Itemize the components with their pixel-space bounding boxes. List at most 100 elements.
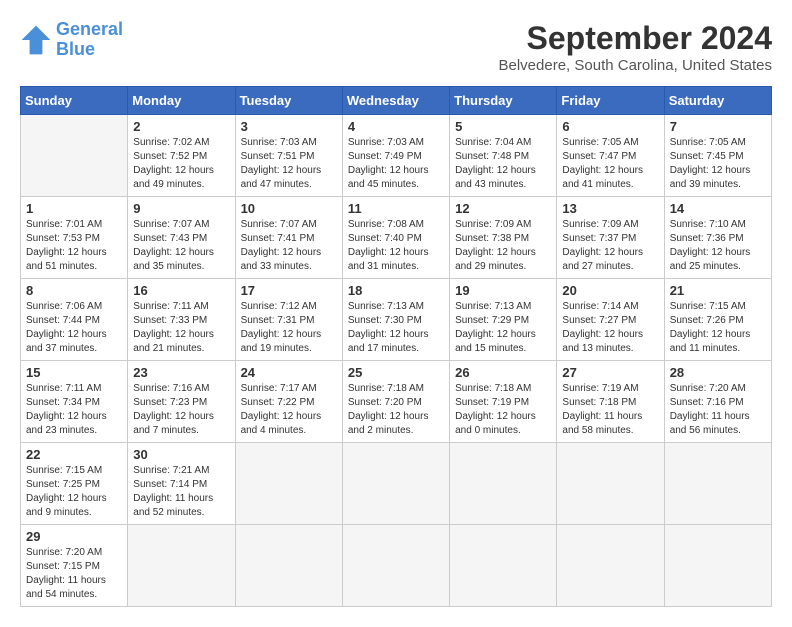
- calendar-subtitle: Belvedere, South Carolina, United States: [499, 57, 773, 74]
- day-number: 10: [241, 201, 337, 216]
- day-detail: Sunrise: 7:18 AM Sunset: 7:19 PM Dayligh…: [455, 382, 551, 438]
- day-detail: Sunrise: 7:11 AM Sunset: 7:34 PM Dayligh…: [26, 382, 122, 438]
- day-number: 5: [455, 119, 551, 134]
- list-item: 20 Sunrise: 7:14 AM Sunset: 7:27 PM Dayl…: [557, 279, 664, 361]
- day-number: 2: [133, 119, 229, 134]
- day-detail: Sunrise: 7:09 AM Sunset: 7:38 PM Dayligh…: [455, 218, 551, 274]
- list-item: 14 Sunrise: 7:10 AM Sunset: 7:36 PM Dayl…: [664, 197, 771, 279]
- list-item: 19 Sunrise: 7:13 AM Sunset: 7:29 PM Dayl…: [450, 279, 557, 361]
- list-item: 10 Sunrise: 7:07 AM Sunset: 7:41 PM Dayl…: [235, 197, 342, 279]
- day-detail: Sunrise: 7:20 AM Sunset: 7:16 PM Dayligh…: [670, 382, 766, 438]
- day-detail: Sunrise: 7:04 AM Sunset: 7:48 PM Dayligh…: [455, 136, 551, 192]
- list-item: 15 Sunrise: 7:11 AM Sunset: 7:34 PM Dayl…: [21, 361, 128, 443]
- day-number: 22: [26, 447, 122, 462]
- day-detail: Sunrise: 7:06 AM Sunset: 7:44 PM Dayligh…: [26, 300, 122, 356]
- day-detail: Sunrise: 7:14 AM Sunset: 7:27 PM Dayligh…: [562, 300, 658, 356]
- day-number: 15: [26, 365, 122, 380]
- list-item: [21, 115, 128, 197]
- day-number: 24: [241, 365, 337, 380]
- day-detail: Sunrise: 7:01 AM Sunset: 7:53 PM Dayligh…: [26, 218, 122, 274]
- day-detail: Sunrise: 7:11 AM Sunset: 7:33 PM Dayligh…: [133, 300, 229, 356]
- header: General Blue September 2024 Belvedere, S…: [20, 20, 772, 74]
- list-item: 12 Sunrise: 7:09 AM Sunset: 7:38 PM Dayl…: [450, 197, 557, 279]
- list-item: 9 Sunrise: 7:07 AM Sunset: 7:43 PM Dayli…: [128, 197, 235, 279]
- day-number: 7: [670, 119, 766, 134]
- day-detail: Sunrise: 7:03 AM Sunset: 7:49 PM Dayligh…: [348, 136, 444, 192]
- calendar-title: September 2024: [499, 20, 773, 57]
- day-number: 27: [562, 365, 658, 380]
- day-number: 13: [562, 201, 658, 216]
- table-row: 2 Sunrise: 7:02 AM Sunset: 7:52 PM Dayli…: [21, 115, 772, 197]
- list-item: 2 Sunrise: 7:02 AM Sunset: 7:52 PM Dayli…: [128, 115, 235, 197]
- table-row: 15 Sunrise: 7:11 AM Sunset: 7:34 PM Dayl…: [21, 361, 772, 443]
- day-number: 1: [26, 201, 122, 216]
- list-item: 21 Sunrise: 7:15 AM Sunset: 7:26 PM Dayl…: [664, 279, 771, 361]
- list-item: [342, 525, 449, 607]
- day-number: 25: [348, 365, 444, 380]
- logo: General Blue: [20, 20, 123, 60]
- list-item: 5 Sunrise: 7:04 AM Sunset: 7:48 PM Dayli…: [450, 115, 557, 197]
- day-number: 6: [562, 119, 658, 134]
- list-item: 3 Sunrise: 7:03 AM Sunset: 7:51 PM Dayli…: [235, 115, 342, 197]
- day-number: 19: [455, 283, 551, 298]
- day-detail: Sunrise: 7:15 AM Sunset: 7:26 PM Dayligh…: [670, 300, 766, 356]
- day-number: 16: [133, 283, 229, 298]
- col-wednesday: Wednesday: [342, 87, 449, 115]
- table-row: 8 Sunrise: 7:06 AM Sunset: 7:44 PM Dayli…: [21, 279, 772, 361]
- day-number: 8: [26, 283, 122, 298]
- list-item: 11 Sunrise: 7:08 AM Sunset: 7:40 PM Dayl…: [342, 197, 449, 279]
- day-detail: Sunrise: 7:05 AM Sunset: 7:45 PM Dayligh…: [670, 136, 766, 192]
- col-saturday: Saturday: [664, 87, 771, 115]
- list-item: 24 Sunrise: 7:17 AM Sunset: 7:22 PM Dayl…: [235, 361, 342, 443]
- day-detail: Sunrise: 7:13 AM Sunset: 7:30 PM Dayligh…: [348, 300, 444, 356]
- list-item: 23 Sunrise: 7:16 AM Sunset: 7:23 PM Dayl…: [128, 361, 235, 443]
- list-item: 13 Sunrise: 7:09 AM Sunset: 7:37 PM Dayl…: [557, 197, 664, 279]
- day-number: 20: [562, 283, 658, 298]
- day-detail: Sunrise: 7:20 AM Sunset: 7:15 PM Dayligh…: [26, 546, 122, 602]
- day-number: 4: [348, 119, 444, 134]
- list-item: 25 Sunrise: 7:18 AM Sunset: 7:20 PM Dayl…: [342, 361, 449, 443]
- day-detail: Sunrise: 7:09 AM Sunset: 7:37 PM Dayligh…: [562, 218, 658, 274]
- list-item: [128, 525, 235, 607]
- day-number: 3: [241, 119, 337, 134]
- logo-icon: [20, 24, 52, 56]
- list-item: [342, 443, 449, 525]
- day-detail: Sunrise: 7:07 AM Sunset: 7:41 PM Dayligh…: [241, 218, 337, 274]
- day-detail: Sunrise: 7:15 AM Sunset: 7:25 PM Dayligh…: [26, 464, 122, 520]
- list-item: 22 Sunrise: 7:15 AM Sunset: 7:25 PM Dayl…: [21, 443, 128, 525]
- list-item: [557, 525, 664, 607]
- day-detail: Sunrise: 7:16 AM Sunset: 7:23 PM Dayligh…: [133, 382, 229, 438]
- title-area: September 2024 Belvedere, South Carolina…: [499, 20, 773, 74]
- day-number: 17: [241, 283, 337, 298]
- day-number: 29: [26, 529, 122, 544]
- list-item: 7 Sunrise: 7:05 AM Sunset: 7:45 PM Dayli…: [664, 115, 771, 197]
- list-item: [450, 443, 557, 525]
- list-item: 27 Sunrise: 7:19 AM Sunset: 7:18 PM Dayl…: [557, 361, 664, 443]
- day-detail: Sunrise: 7:18 AM Sunset: 7:20 PM Dayligh…: [348, 382, 444, 438]
- list-item: [450, 525, 557, 607]
- header-row: Sunday Monday Tuesday Wednesday Thursday…: [21, 87, 772, 115]
- col-thursday: Thursday: [450, 87, 557, 115]
- day-detail: Sunrise: 7:21 AM Sunset: 7:14 PM Dayligh…: [133, 464, 229, 520]
- list-item: 6 Sunrise: 7:05 AM Sunset: 7:47 PM Dayli…: [557, 115, 664, 197]
- list-item: [664, 525, 771, 607]
- list-item: 1 Sunrise: 7:01 AM Sunset: 7:53 PM Dayli…: [21, 197, 128, 279]
- list-item: [664, 443, 771, 525]
- list-item: 26 Sunrise: 7:18 AM Sunset: 7:19 PM Dayl…: [450, 361, 557, 443]
- day-number: 21: [670, 283, 766, 298]
- table-row: 1 Sunrise: 7:01 AM Sunset: 7:53 PM Dayli…: [21, 197, 772, 279]
- list-item: 29 Sunrise: 7:20 AM Sunset: 7:15 PM Dayl…: [21, 525, 128, 607]
- list-item: [235, 525, 342, 607]
- list-item: 18 Sunrise: 7:13 AM Sunset: 7:30 PM Dayl…: [342, 279, 449, 361]
- list-item: 4 Sunrise: 7:03 AM Sunset: 7:49 PM Dayli…: [342, 115, 449, 197]
- logo-text: General Blue: [56, 20, 123, 60]
- list-item: 17 Sunrise: 7:12 AM Sunset: 7:31 PM Dayl…: [235, 279, 342, 361]
- day-number: 18: [348, 283, 444, 298]
- day-number: 23: [133, 365, 229, 380]
- day-detail: Sunrise: 7:10 AM Sunset: 7:36 PM Dayligh…: [670, 218, 766, 274]
- list-item: 8 Sunrise: 7:06 AM Sunset: 7:44 PM Dayli…: [21, 279, 128, 361]
- table-row: 22 Sunrise: 7:15 AM Sunset: 7:25 PM Dayl…: [21, 443, 772, 525]
- col-sunday: Sunday: [21, 87, 128, 115]
- day-detail: Sunrise: 7:03 AM Sunset: 7:51 PM Dayligh…: [241, 136, 337, 192]
- list-item: [235, 443, 342, 525]
